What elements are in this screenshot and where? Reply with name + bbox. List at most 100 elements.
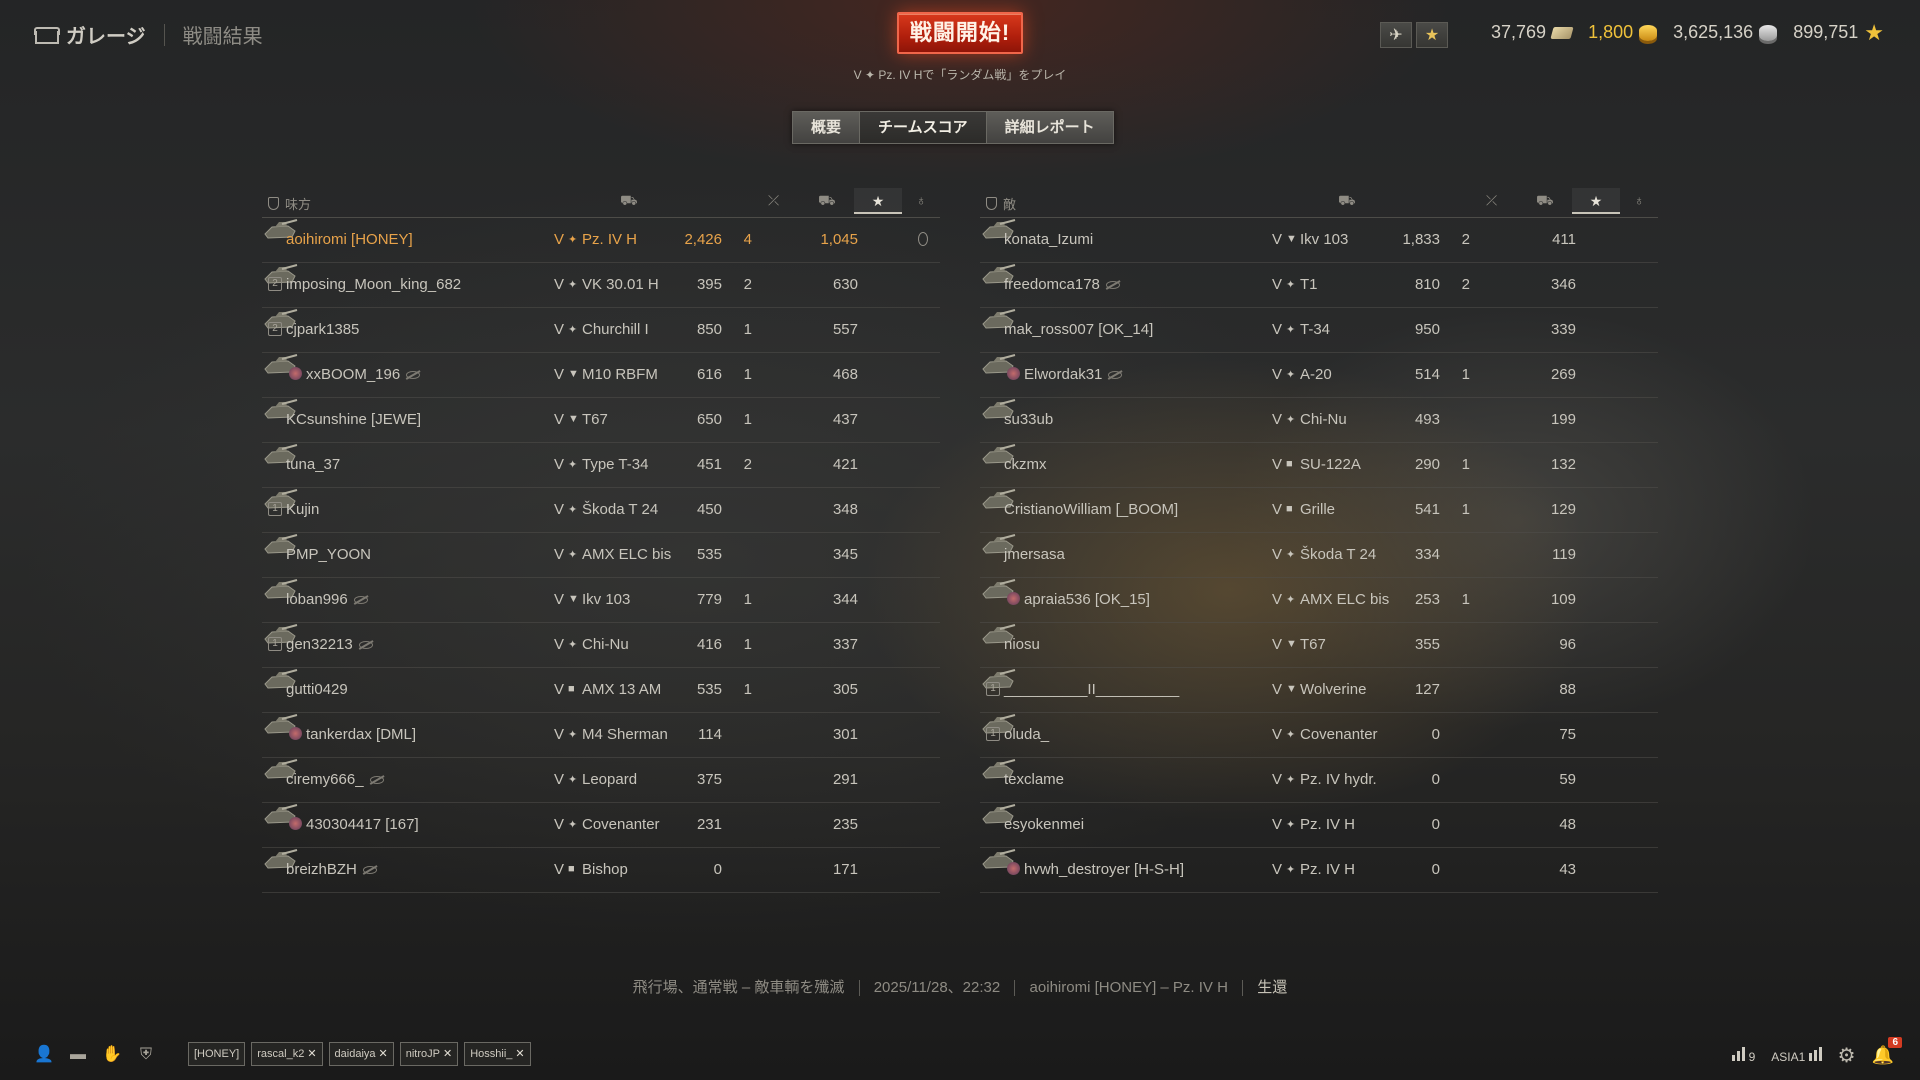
player-row[interactable]: 430304417 [167] V ✦ Covenanter 231 235: [262, 803, 940, 848]
player-row[interactable]: 1 oluda_ V ✦ Covenanter 0 75: [980, 713, 1658, 758]
player-name[interactable]: apraia536 [OK_15]: [1024, 591, 1150, 608]
player-row[interactable]: ciremy666_ V ✦ Leopard 375 291: [262, 758, 940, 803]
player-name[interactable]: su33ub: [1004, 411, 1053, 428]
player-name[interactable]: texclame: [1004, 771, 1064, 788]
garage-icon[interactable]: [34, 26, 60, 44]
free-xp-counter[interactable]: 899,751 ★: [1793, 21, 1884, 43]
player-name[interactable]: jmersasa: [1004, 546, 1065, 563]
player-name[interactable]: ckzmx: [1004, 456, 1047, 473]
channel-tag-clan[interactable]: [HONEY]: [188, 1042, 246, 1066]
medal-column-icon[interactable]: ♁: [1634, 192, 1645, 208]
player-name[interactable]: konata_Izumi: [1004, 231, 1093, 248]
damage-column-icon[interactable]: ⤫: [1486, 192, 1497, 209]
close-icon[interactable]: ✕: [515, 1048, 524, 1060]
player-name[interactable]: breizhBZH: [286, 861, 377, 878]
close-icon[interactable]: ✕: [379, 1048, 388, 1060]
player-row[interactable]: konata_Izumi V ▼ Ikv 103 1,833 2 411: [980, 218, 1658, 263]
player-row[interactable]: KCsunshine [JEWE] V ▼ T67 650 1 437: [262, 398, 940, 443]
player-row[interactable]: niosu V ▼ T67 355 96: [980, 623, 1658, 668]
clan-icon[interactable]: ⛨: [136, 1046, 156, 1064]
channel-tag[interactable]: nitroJP ✕: [399, 1042, 459, 1066]
battle-start-button[interactable]: 戦闘開始!: [897, 12, 1023, 54]
medal-column-icon[interactable]: ♁: [916, 192, 927, 208]
player-name[interactable]: tuna_37: [286, 456, 340, 473]
player-name[interactable]: aoihiromi [HONEY]: [286, 231, 413, 248]
player-name[interactable]: CristianoWilliam [_BOOM]: [1004, 501, 1178, 518]
clan-emblem-icon[interactable]: ✈: [1380, 22, 1412, 48]
credits-counter[interactable]: 3,625,136: [1673, 22, 1778, 43]
player-row[interactable]: gutti0429 V ■ AMX 13 AM 535 1 305: [262, 668, 940, 713]
tank-column-icon[interactable]: ⛟: [1338, 192, 1356, 211]
player-row[interactable]: PMP_YOON V ✦ AMX ELC bis 535 345: [262, 533, 940, 578]
medal-icon[interactable]: [918, 232, 928, 250]
channel-tag[interactable]: Hosshii_ ✕: [464, 1042, 531, 1066]
kills-column-icon[interactable]: ⛟: [818, 192, 836, 211]
player-name[interactable]: esyokenmei: [1004, 816, 1084, 833]
player-row[interactable]: 2 cjpark1385 V ✦ Churchill I 850 1 557: [262, 308, 940, 353]
player-row[interactable]: esyokenmei V ✦ Pz. IV H 0 48: [980, 803, 1658, 848]
player-row[interactable]: xxBOOM_196 V ▼ M10 RBFM 616 1 468: [262, 353, 940, 398]
player-row[interactable]: 1 Kujin V ✦ Škoda T 24 450 348: [262, 488, 940, 533]
player-name[interactable]: oluda_: [1004, 726, 1049, 743]
xp-column-star-icon[interactable]: ★: [854, 188, 902, 214]
referral-icon[interactable]: ✋: [102, 1046, 122, 1064]
player-row[interactable]: 1 gen32213 V ✦ Chi-Nu 416 1 337: [262, 623, 940, 668]
notifications-bell-icon[interactable]: 🔔 6: [1872, 1037, 1902, 1066]
damage-column-icon[interactable]: ⤫: [768, 192, 779, 209]
tab-team-score[interactable]: チームスコア: [860, 112, 987, 143]
player-row[interactable]: freedomca178 V ✦ T1 810 2 346: [980, 263, 1658, 308]
player-row[interactable]: apraia536 [OK_15] V ✦ AMX ELC bis 253 1 109: [980, 578, 1658, 623]
player-row[interactable]: hvwh_destroyer [H-S-H] V ✦ Pz. IV H 0 43: [980, 848, 1658, 893]
player-row[interactable]: jmersasa V ✦ Škoda T 24 334 119: [980, 533, 1658, 578]
player-name[interactable]: 430304417 [167]: [306, 816, 419, 833]
player-row[interactable]: Elwordak31 V ✦ A-20 514 1 269: [980, 353, 1658, 398]
bonds-counter[interactable]: 37,769: [1491, 22, 1574, 43]
player-name[interactable]: mak_ross007 [OK_14]: [1004, 321, 1153, 338]
player-row[interactable]: breizhBZH V ■ Bishop 0 171: [262, 848, 940, 893]
player-row[interactable]: 2 imposing_Moon_king_682 V ✦ VK 30.01 H 395 2 6…: [262, 263, 940, 308]
player-name[interactable]: tankerdax [DML]: [306, 726, 416, 743]
tab-overview[interactable]: 概要: [793, 112, 861, 143]
player-name[interactable]: cjpark1385: [286, 321, 359, 338]
xp-column-star-icon[interactable]: ★: [1572, 188, 1620, 214]
premium-star-icon[interactable]: ★: [1416, 22, 1448, 48]
garage-link[interactable]: ガレージ: [66, 20, 146, 49]
player-name[interactable]: Elwordak31: [1024, 366, 1123, 383]
chat-icon[interactable]: ▬: [68, 1046, 88, 1064]
player-name[interactable]: hvwh_destroyer [H-S-H]: [1024, 861, 1184, 878]
player-row[interactable]: ckzmx V ■ SU-122A 290 1 132: [980, 443, 1658, 488]
player-row[interactable]: su33ub V ✦ Chi-Nu 493 199: [980, 398, 1658, 443]
player-name[interactable]: xxBOOM_196: [306, 366, 421, 383]
settings-gear-icon[interactable]: ⚙: [1838, 1046, 1856, 1066]
player-name[interactable]: freedomca178: [1004, 276, 1120, 293]
player-name[interactable]: imposing_Moon_king_682: [286, 276, 461, 293]
close-icon[interactable]: ✕: [307, 1048, 316, 1060]
player-name[interactable]: gutti0429: [286, 681, 348, 698]
player-row[interactable]: 1 __________II__________ V ▼ Wolverine 127 88: [980, 668, 1658, 713]
player-name[interactable]: niosu: [1004, 636, 1040, 653]
player-name[interactable]: loban996: [286, 591, 368, 608]
player-name[interactable]: KCsunshine [JEWE]: [286, 411, 421, 428]
player-name[interactable]: ciremy666_: [286, 771, 384, 788]
server-name[interactable]: ASIA1: [1771, 1047, 1822, 1064]
close-icon[interactable]: ✕: [443, 1048, 452, 1060]
player-name[interactable]: PMP_YOON: [286, 546, 371, 563]
tank-column-icon[interactable]: ⛟: [620, 192, 638, 211]
player-row[interactable]: loban996 V ▼ Ikv 103 779 1 344: [262, 578, 940, 623]
player-name[interactable]: gen32213: [286, 636, 373, 653]
online-counter[interactable]: 9: [1732, 1047, 1755, 1064]
player-row[interactable]: CristianoWilliam [_BOOM] V ■ Grille 541 1 129: [980, 488, 1658, 533]
channel-tag[interactable]: rascal_k2 ✕: [251, 1042, 323, 1066]
player-row[interactable]: texclame V ✦ Pz. IV hydr. 0 59: [980, 758, 1658, 803]
gold-counter[interactable]: 1,800: [1588, 22, 1658, 43]
player-row[interactable]: mak_ross007 [OK_14] V ✦ T-34 950 339: [980, 308, 1658, 353]
channel-tag[interactable]: daidaiya ✕: [328, 1042, 394, 1066]
player-row[interactable]: tuna_37 V ✦ Type T-34 451 2 421: [262, 443, 940, 488]
kills-column-icon[interactable]: ⛟: [1536, 192, 1554, 211]
player-name[interactable]: __________II__________: [1004, 681, 1179, 698]
player-row[interactable]: aoihiromi [HONEY] V ✦ Pz. IV H 2,426 4 1,045: [262, 218, 940, 263]
contacts-icon[interactable]: 👤: [34, 1046, 54, 1064]
tab-detailed-report[interactable]: 詳細レポート: [986, 112, 1113, 143]
player-name[interactable]: Kujin: [286, 501, 319, 518]
player-row[interactable]: tankerdax [DML] V ✦ M4 Sherman 114 301: [262, 713, 940, 758]
